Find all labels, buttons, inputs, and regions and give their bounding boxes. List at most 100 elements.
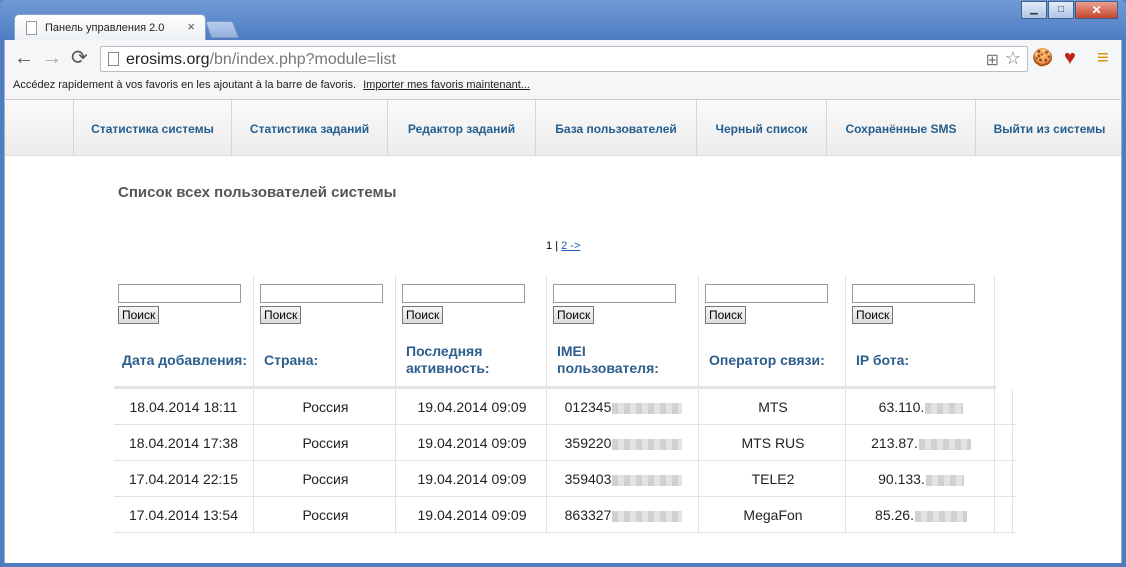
- minimize-button[interactable]: ▁: [1021, 1, 1047, 19]
- search-input-date[interactable]: [118, 284, 241, 303]
- reload-icon[interactable]: ⟳: [71, 48, 88, 68]
- menu-item-blacklist[interactable]: Черный список: [696, 100, 826, 156]
- pager-next-link[interactable]: 2 ->: [561, 240, 580, 252]
- table-row: 17.04.2014 13:54 Россия 19.04.2014 09:09…: [114, 497, 1016, 533]
- redacted-mask: [612, 438, 683, 450]
- search-button-last-activity[interactable]: Поиск: [402, 306, 444, 324]
- table-row: 17.04.2014 22:15 Россия 19.04.2014 09:09…: [114, 461, 1016, 497]
- column-header-country: Страна:: [264, 351, 319, 368]
- column-header-imei: IMEI пользователя:: [557, 343, 659, 376]
- menu-item-logout[interactable]: Выйти из системы: [975, 100, 1121, 156]
- table-row: 18.04.2014 18:11 Россия 19.04.2014 09:09…: [114, 389, 1016, 425]
- cell-ip: 213.87.: [848, 425, 994, 461]
- search-button-country[interactable]: Поиск: [260, 306, 302, 324]
- cell-date: 18.04.2014 17:38: [129, 435, 238, 451]
- url-text: erosims.org/bn/index.php?module=list: [126, 51, 396, 69]
- pagination: 1 | 2 ->: [546, 240, 580, 252]
- forward-icon[interactable]: →: [42, 48, 62, 68]
- cell-operator: MegaFon: [743, 507, 803, 523]
- column-header-last-activity: Последняя активность:: [406, 343, 490, 376]
- cell-last-activity: 19.04.2014 09:09: [417, 507, 527, 523]
- menu-item-task-editor[interactable]: Редактор заданий: [387, 100, 535, 156]
- address-bar[interactable]: erosims.org/bn/index.php?module=list ⊞ ☆: [100, 46, 1028, 72]
- search-cell-last-activity: Поиск: [398, 276, 546, 332]
- cell-date: 17.04.2014 13:54: [129, 507, 238, 523]
- search-cell-ip: Поиск: [848, 276, 994, 332]
- cell-operator: TELE2: [751, 471, 795, 487]
- bookmarks-hint: Accédez rapidement à vos favoris en les …: [13, 79, 357, 91]
- search-button-operator[interactable]: Поиск: [705, 306, 747, 324]
- cell-country: Россия: [302, 507, 349, 523]
- table-row: 18.04.2014 17:38 Россия 19.04.2014 09:09…: [114, 425, 1016, 461]
- column-header-ip: IP бота:: [856, 351, 910, 368]
- redacted-mask: [925, 474, 964, 486]
- search-cell-country: Поиск: [256, 276, 395, 332]
- close-tab-icon[interactable]: ×: [187, 19, 195, 34]
- cell-last-activity: 19.04.2014 09:09: [417, 435, 527, 451]
- close-window-button[interactable]: ✕: [1075, 1, 1118, 19]
- cell-country: Россия: [302, 399, 349, 415]
- page-icon: [108, 52, 119, 66]
- column-header-date: Дата добавления:: [122, 351, 247, 368]
- search-input-country[interactable]: [260, 284, 383, 303]
- search-button-imei[interactable]: Поиск: [553, 306, 595, 324]
- ip-visible: 213.87.: [871, 435, 918, 451]
- cell-operator: MTS: [758, 399, 788, 415]
- menu-item-user-base[interactable]: База пользователей: [535, 100, 696, 156]
- import-bookmarks-link[interactable]: Importer mes favoris maintenant...: [363, 79, 530, 91]
- imei-visible: 359220: [564, 435, 612, 451]
- search-input-ip[interactable]: [852, 284, 975, 303]
- browser-toolbar: ← → ⟳ erosims.org/bn/index.php?module=li…: [4, 40, 1122, 78]
- page-content: Статистика системы Статистика заданий Ре…: [4, 100, 1122, 563]
- pager-separator: |: [555, 240, 559, 252]
- url-path: /bn/index.php?module=list: [209, 51, 396, 68]
- cookie-icon[interactable]: 🍪: [1032, 49, 1053, 67]
- search-cell-date: Поиск: [114, 276, 253, 332]
- search-button-ip[interactable]: Поиск: [852, 306, 894, 324]
- redacted-mask: [918, 438, 971, 450]
- browser-window: Панель управления 2.0 × ▁ □ ✕ ← → ⟳ eros…: [0, 0, 1126, 567]
- cell-last-activity: 19.04.2014 09:09: [417, 471, 527, 487]
- menu-icon[interactable]: ≡: [1097, 48, 1109, 68]
- redacted-mask: [914, 510, 967, 522]
- url-host: erosims.org: [126, 51, 210, 68]
- maximize-button[interactable]: □: [1048, 1, 1074, 19]
- column-header-operator: Оператор связи:: [709, 351, 825, 368]
- main-menu: Статистика системы Статистика заданий Ре…: [5, 100, 1121, 156]
- redacted-mask: [925, 402, 964, 414]
- cell-imei: 359403: [549, 461, 698, 497]
- cell-date: 17.04.2014 22:15: [129, 471, 238, 487]
- search-input-operator[interactable]: [705, 284, 828, 303]
- imei-visible: 359403: [564, 471, 612, 487]
- bookmarks-bar: Accédez rapidement à vos favoris en les …: [4, 78, 1122, 100]
- menu-item-system-stats[interactable]: Статистика системы: [73, 100, 231, 156]
- search-input-last-activity[interactable]: [402, 284, 525, 303]
- ip-visible: 90.133.: [878, 471, 925, 487]
- search-cell-imei: Поиск: [549, 276, 698, 332]
- page-title: Список всех пользователей системы: [118, 184, 397, 201]
- cell-operator: MTS RUS: [741, 435, 805, 451]
- cell-imei: 863327: [549, 497, 698, 533]
- cell-country: Россия: [302, 435, 349, 451]
- menu-item-task-stats[interactable]: Статистика заданий: [231, 100, 387, 156]
- cell-date: 18.04.2014 18:11: [129, 399, 238, 415]
- redacted-mask: [612, 402, 683, 414]
- cell-ip: 63.110.: [848, 389, 994, 425]
- new-tab-button[interactable]: [204, 21, 240, 38]
- search-input-imei[interactable]: [553, 284, 676, 303]
- search-button-date[interactable]: Поиск: [118, 306, 160, 324]
- menu-item-saved-sms[interactable]: Сохранённые SMS: [826, 100, 975, 156]
- cell-ip: 90.133.: [848, 461, 994, 497]
- redacted-mask: [612, 510, 683, 522]
- back-icon[interactable]: ←: [14, 48, 34, 68]
- heart-icon[interactable]: ♥: [1064, 48, 1076, 68]
- ip-visible: 85.26.: [875, 507, 914, 523]
- cell-imei: 012345: [549, 389, 698, 425]
- redacted-mask: [612, 474, 683, 486]
- star-icon[interactable]: ☆: [1005, 48, 1021, 69]
- translate-icon[interactable]: ⊞: [986, 50, 999, 70]
- tab-title: Панель управления 2.0: [45, 22, 165, 34]
- ip-visible: 63.110.: [878, 399, 925, 415]
- cell-country: Россия: [302, 471, 349, 487]
- browser-tab[interactable]: Панель управления 2.0 ×: [14, 14, 206, 41]
